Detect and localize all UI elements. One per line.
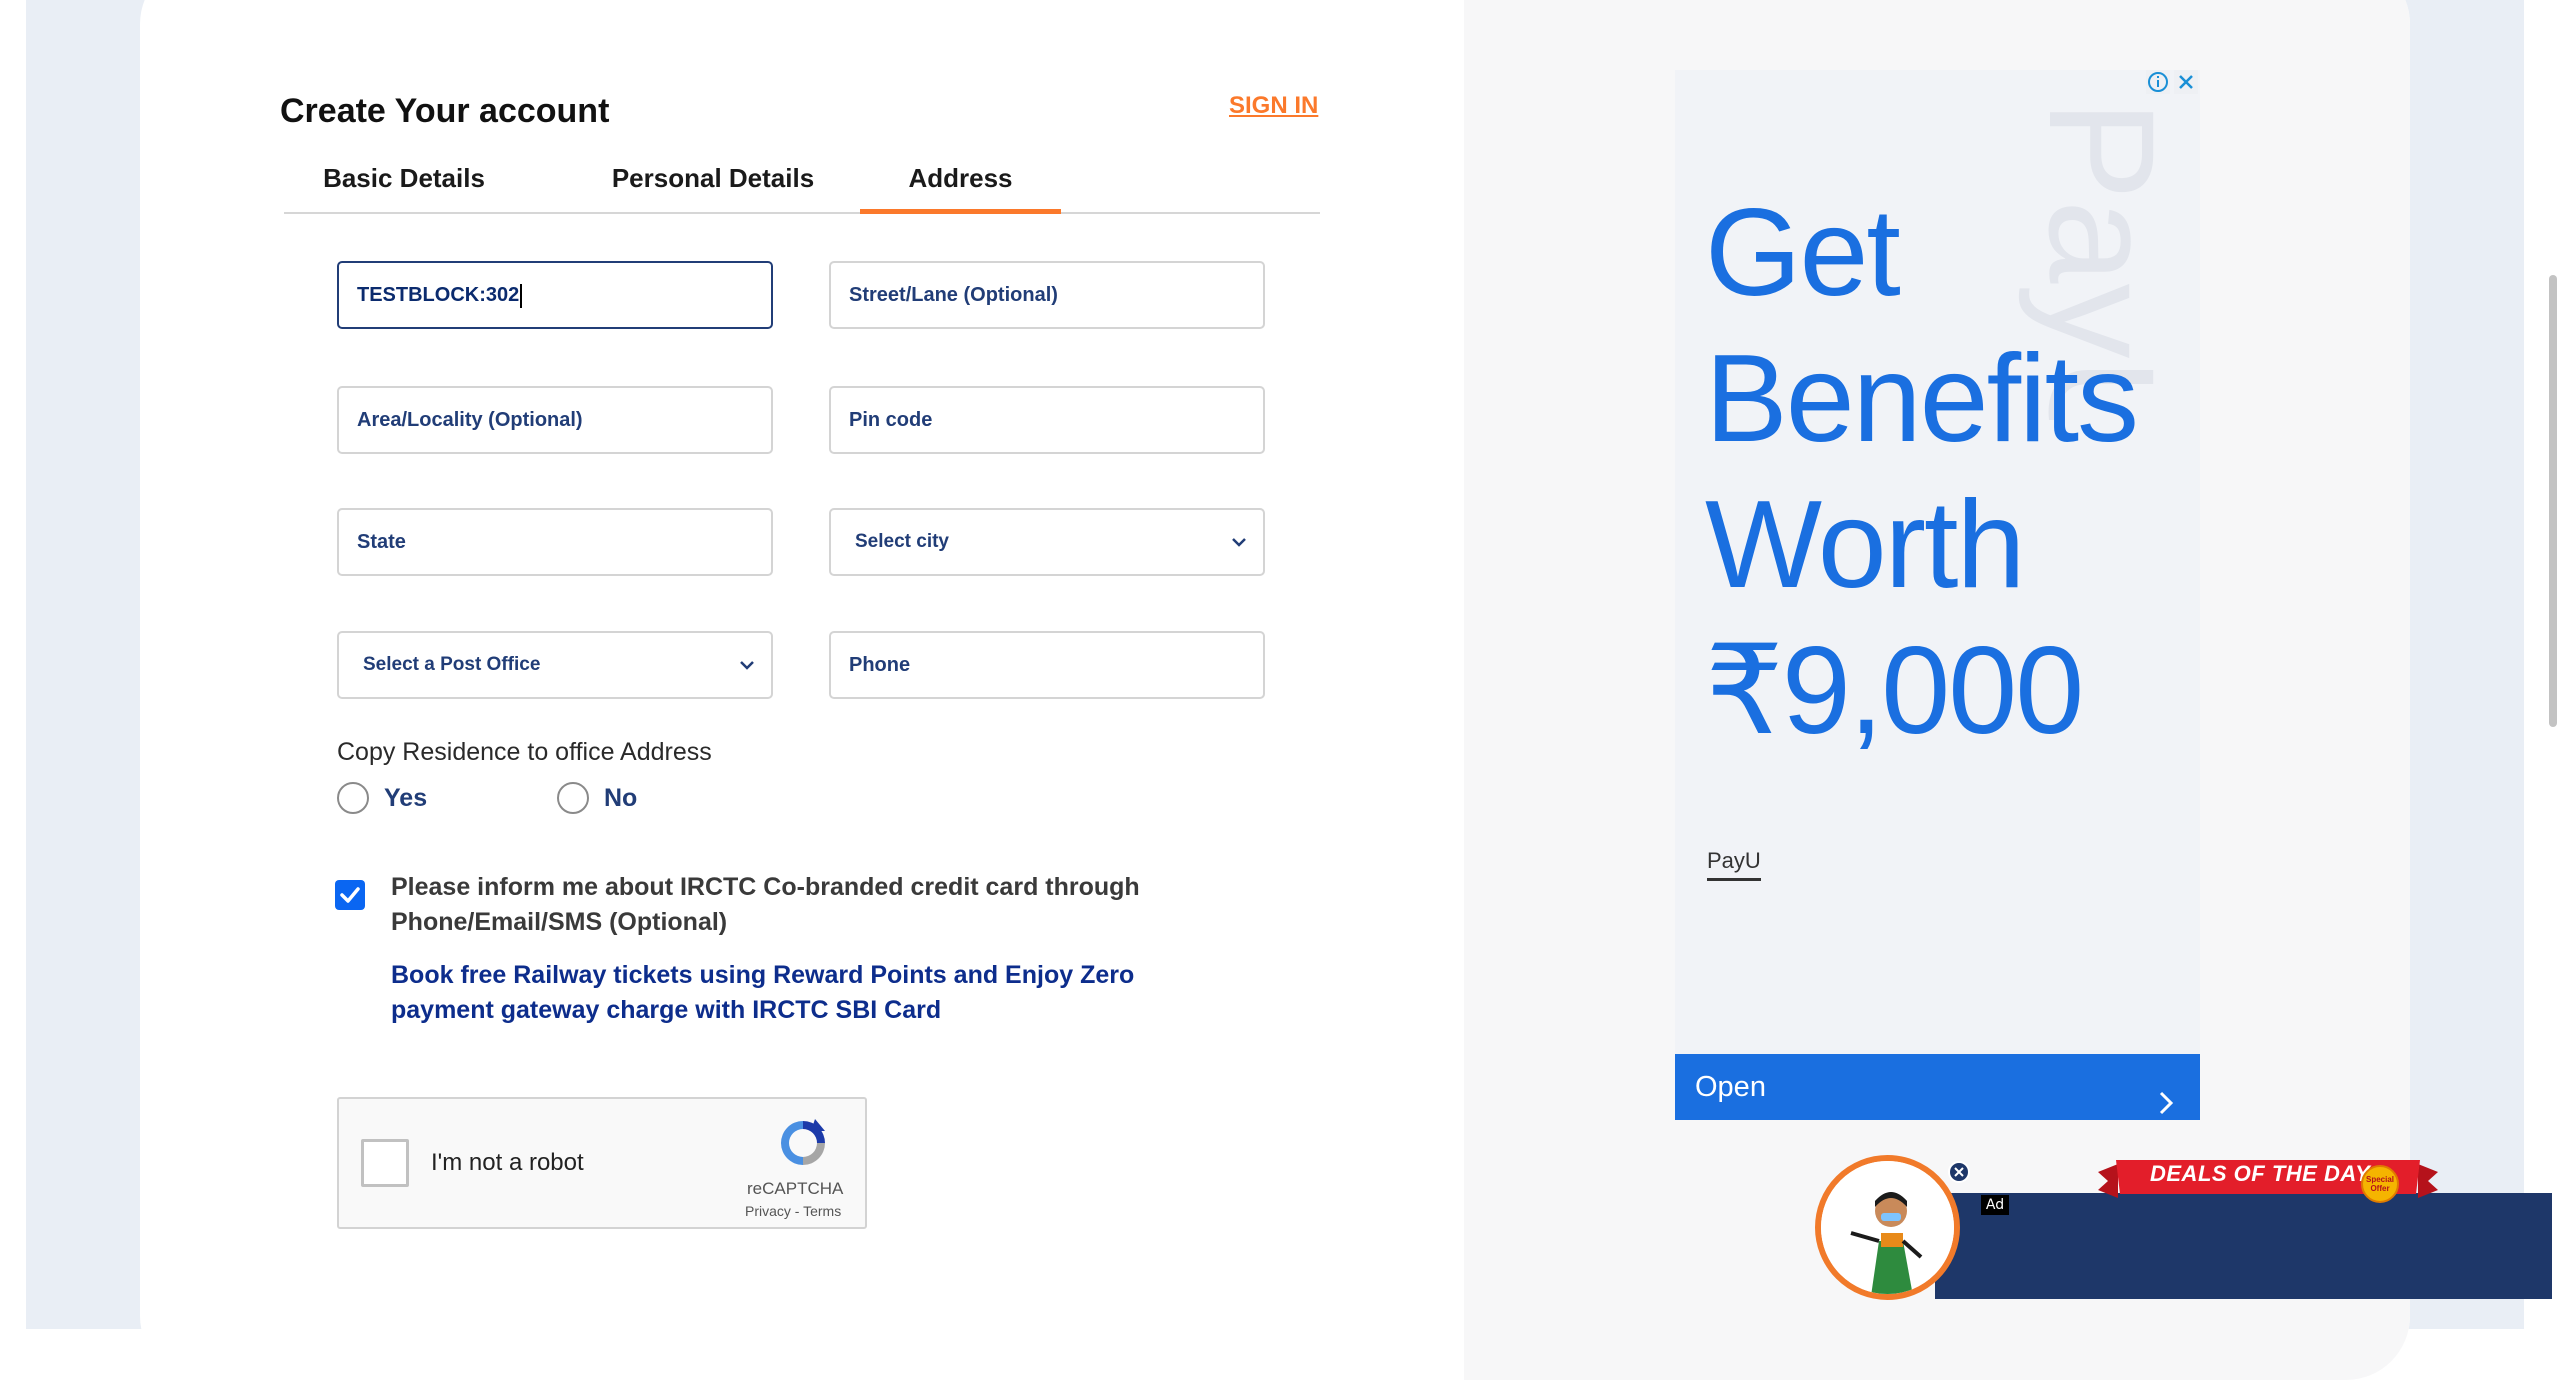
post-office-select-value: Select a Post Office — [363, 654, 541, 675]
ad-close-icon[interactable] — [2174, 70, 2198, 94]
checkmark-icon — [340, 887, 360, 903]
city-select[interactable]: Select city — [829, 508, 1265, 576]
state-input[interactable]: State — [337, 508, 773, 576]
inform-checkbox[interactable] — [335, 880, 365, 910]
promo-text: Book free Railway tickets using Reward P… — [391, 961, 1135, 1024]
recaptcha-widget: I'm not a robot reCAPTCHA Privacy - Term… — [337, 1097, 867, 1229]
address-input[interactable]: TESTBLOCK:302 — [337, 261, 773, 329]
ad-open-label: Open — [1695, 1071, 1766, 1103]
phone-input[interactable]: Phone — [829, 631, 1265, 699]
pin-code-input[interactable]: Pin code — [829, 386, 1265, 454]
ad-headline-line: Benefits — [1705, 330, 2139, 468]
recaptcha-links[interactable]: Privacy - Terms — [745, 1203, 841, 1219]
tab-address[interactable]: Address — [860, 150, 1061, 214]
deals-banner[interactable] — [1935, 1193, 2552, 1299]
area-locality-input[interactable]: Area/Locality (Optional) — [337, 386, 773, 454]
ad-headline-line: Worth — [1705, 476, 2025, 614]
tab-basic-details[interactable]: Basic Details — [312, 150, 496, 212]
svg-text:Special: Special — [2366, 1175, 2394, 1184]
recaptcha-logo-icon — [775, 1115, 831, 1176]
radio-no-label[interactable]: No — [604, 784, 637, 813]
inform-text: Please inform me about IRCTC Co-branded … — [391, 873, 1140, 936]
text-caret — [520, 283, 523, 308]
street-input[interactable]: Street/Lane (Optional) — [829, 261, 1265, 329]
copy-address-label: Copy Residence to office Address — [337, 738, 712, 766]
sign-in-link[interactable]: SIGN IN — [1229, 92, 1318, 120]
recaptcha-brand: reCAPTCHA — [747, 1179, 844, 1198]
scrollbar-thumb[interactable] — [2549, 275, 2557, 727]
ad-headline-line: ₹9,000 — [1705, 622, 2084, 760]
address-input-value: TESTBLOCK:302 — [357, 284, 520, 306]
radio-yes-label[interactable]: Yes — [384, 784, 427, 813]
special-offer-sticker-icon: Special Offer — [2361, 1165, 2399, 1203]
ad-badge: Ad — [1981, 1195, 2009, 1215]
chevron-right-icon — [2158, 1074, 2174, 1140]
ad-headline[interactable]: Get Benefits Worth ₹9,000 — [1705, 180, 2205, 764]
radio-yes[interactable] — [337, 782, 369, 814]
tab-personal-details[interactable]: Personal Details — [590, 150, 836, 212]
ad-open-button[interactable]: Open — [1675, 1054, 2200, 1120]
recaptcha-checkbox[interactable] — [361, 1139, 409, 1187]
mascot-avatar[interactable] — [1815, 1155, 1960, 1300]
city-select-value: Select city — [855, 531, 949, 552]
ad-headline-line: Get — [1705, 184, 1901, 322]
page-title: Create Your account — [280, 92, 610, 130]
ad-brand[interactable]: PayU — [1707, 848, 1761, 881]
recaptcha-label: I'm not a robot — [431, 1149, 584, 1176]
deals-title: DEALS OF THE DAY — [2150, 1161, 2371, 1186]
radio-no[interactable] — [557, 782, 589, 814]
mascot-close-icon[interactable] — [1948, 1161, 1970, 1183]
post-office-select[interactable]: Select a Post Office — [337, 631, 773, 699]
form-tabs: Basic Details Personal Details Address — [284, 150, 1320, 214]
ad-info-icon[interactable] — [2146, 70, 2170, 94]
svg-text:Offer: Offer — [2370, 1184, 2389, 1193]
